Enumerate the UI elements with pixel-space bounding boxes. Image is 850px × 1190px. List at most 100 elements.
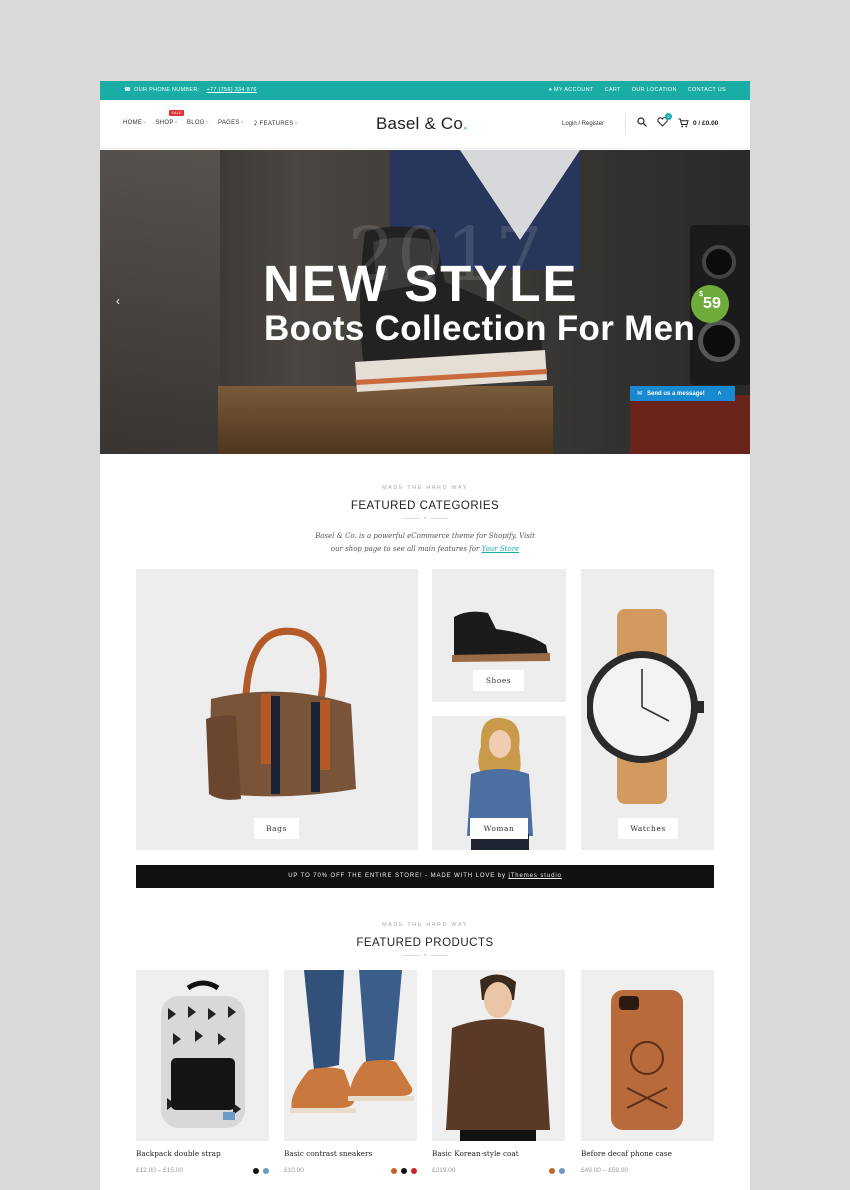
cart-summary: 0 / £0.00 [693,119,719,127]
product-price: £219.00 [432,1167,456,1174]
bell-icon: ⚳ [252,121,258,127]
phone-icon: ☎ [124,87,132,93]
color-swatches [391,1167,417,1174]
product-card[interactable]: Basic Korean-style coat £219.00 [432,970,565,1174]
nav-features[interactable]: ⚳ FEATURES˅ [253,120,298,127]
product-image[interactable] [284,970,417,1141]
title-divider: × [100,516,750,522]
product-card[interactable]: Backpack double strap £12.00 – £15.00 [136,970,269,1174]
product-name[interactable]: Basic contrast sneakers [284,1149,417,1158]
hero-bg-box [630,395,750,454]
header-divider [625,113,626,135]
chevron-down-icon: ˅ [205,120,209,126]
color-swatch[interactable] [253,1167,259,1174]
promo-bar: UP TO 70% OFF THE ENTIRE STORE! - MADE W… [136,865,714,888]
backpack-image [161,980,245,1128]
color-swatch[interactable] [401,1167,407,1174]
product-card[interactable]: Basic contrast sneakers £10.00 [284,970,417,1174]
cart-link[interactable]: CART [605,87,621,93]
top-bar: ☎ OUR PHONE NUMBER: +77 (756) 334 876 ● … [100,81,750,100]
site-header: HOME˅ SALE SHOP˅ BLOG˅ PAGES˅ ⚳ FEATURES˅… [100,100,750,149]
product-name[interactable]: Basic Korean-style coat [432,1149,565,1158]
user-icon: ● [548,87,553,93]
color-swatch[interactable] [411,1167,417,1174]
contact-us-link[interactable]: CONTACT US [688,87,726,93]
nav-home[interactable]: HOME˅ [123,120,146,127]
product-price-row: £10.00 [284,1167,417,1174]
product-image[interactable] [432,970,565,1141]
product-card[interactable]: Before decaf phone case £49.00 – £59.00 [581,970,714,1174]
main-nav: HOME˅ SALE SHOP˅ BLOG˅ PAGES˅ ⚳ FEATURES˅ [123,110,298,127]
chevron-down-icon: ˅ [294,121,298,127]
color-swatch[interactable] [559,1167,565,1174]
hero-price-badge: $59 [691,285,729,323]
category-label-shoes: Shoes [473,670,524,691]
wishlist-count: 0 [665,113,672,120]
category-watches[interactable]: Watches [581,569,714,850]
chevron-down-icon: ˅ [174,120,178,126]
product-price: £12.00 – £15.00 [136,1167,183,1174]
site-logo[interactable]: Basel & Co. [376,114,468,134]
slider-prev-arrow[interactable]: ‹ [116,294,120,308]
phone-number[interactable]: +77 (756) 334 876 [206,87,256,93]
phone-info: ☎ OUR PHONE NUMBER: +77 (756) 334 876 [124,87,257,93]
cart-icon [678,118,689,128]
chevron-down-icon: ˅ [143,120,147,126]
color-swatches [253,1167,269,1174]
categories-kicker: MADE THE HARD WAY [381,485,469,491]
color-swatches [549,1167,565,1174]
categories-intro: Basel & Co. is a powerful eCommerce them… [315,532,535,553]
product-price: £10.00 [284,1167,304,1174]
product-name[interactable]: Backpack double strap [136,1149,269,1158]
coat-image [446,974,550,1141]
products-kicker: MADE THE HARD WAY [381,922,469,928]
search-icon[interactable] [637,117,647,129]
chevron-down-icon: ˅ [240,120,244,126]
product-price-row: £49.00 – £59.00 [581,1167,714,1174]
product-image[interactable] [136,970,269,1141]
sneakers-image [290,970,414,1113]
my-account-link[interactable]: ● MY ACCOUNT [549,87,594,93]
page: ☎ OUR PHONE NUMBER: +77 (756) 334 876 ● … [100,81,750,1190]
category-woman[interactable]: Woman [432,716,566,850]
header-icons: 0 0 / £0.00 [637,113,718,129]
send-message-button[interactable]: ✉ Send us a message! ˄ [630,386,735,401]
color-swatch[interactable] [549,1167,555,1174]
nav-blog[interactable]: BLOG˅ [187,120,209,127]
watch-image [587,609,704,804]
hero-slider: 2017 ‹ NEW STYLE Boots Collection For Me… [100,150,750,454]
product-image[interactable] [581,970,714,1141]
envelope-icon: ✉ [637,391,643,397]
category-label-watches: Watches [618,818,678,839]
category-label-bags: Bags [254,818,299,839]
categories-title: FEATURED CATEGORIES [350,500,500,512]
promo-brand-link[interactable]: jThemes studio [509,873,562,879]
top-links: ● MY ACCOUNT CART OUR LOCATION CONTACT U… [549,87,726,93]
our-location-link[interactable]: OUR LOCATION [632,87,677,93]
phone-label: OUR PHONE NUMBER: [134,87,200,93]
product-price-row: £219.00 [432,1167,565,1174]
title-divider: × [100,953,750,959]
product-name[interactable]: Before decaf phone case [581,1149,714,1158]
cart-button[interactable]: 0 / £0.00 [678,118,718,128]
category-bags[interactable]: Bags [136,569,418,850]
products-title: FEATURED PRODUCTS [356,937,494,949]
color-swatch[interactable] [263,1167,269,1174]
color-swatch[interactable] [391,1167,397,1174]
login-register-link[interactable]: Login / Register [562,121,604,127]
product-price: £49.00 – £59.00 [581,1167,628,1174]
hero-headline: NEW STYLE [263,255,579,312]
shoe-image [452,611,550,662]
your-store-link[interactable]: Your Store [482,545,520,553]
nav-pages[interactable]: PAGES˅ [218,120,244,127]
hero-subheadline: Boots Collection For Men [264,309,696,348]
chevron-up-icon: ˄ [717,390,722,397]
nav-shop[interactable]: SALE SHOP˅ [155,110,184,127]
category-shoes[interactable]: Shoes [432,569,566,702]
product-price-row: £12.00 – £15.00 [136,1167,269,1174]
wishlist-button[interactable]: 0 [657,113,672,129]
phone-case-image [611,990,683,1130]
sale-badge: SALE [169,110,184,116]
category-label-woman: Woman [470,818,528,839]
bag-image [206,627,356,800]
